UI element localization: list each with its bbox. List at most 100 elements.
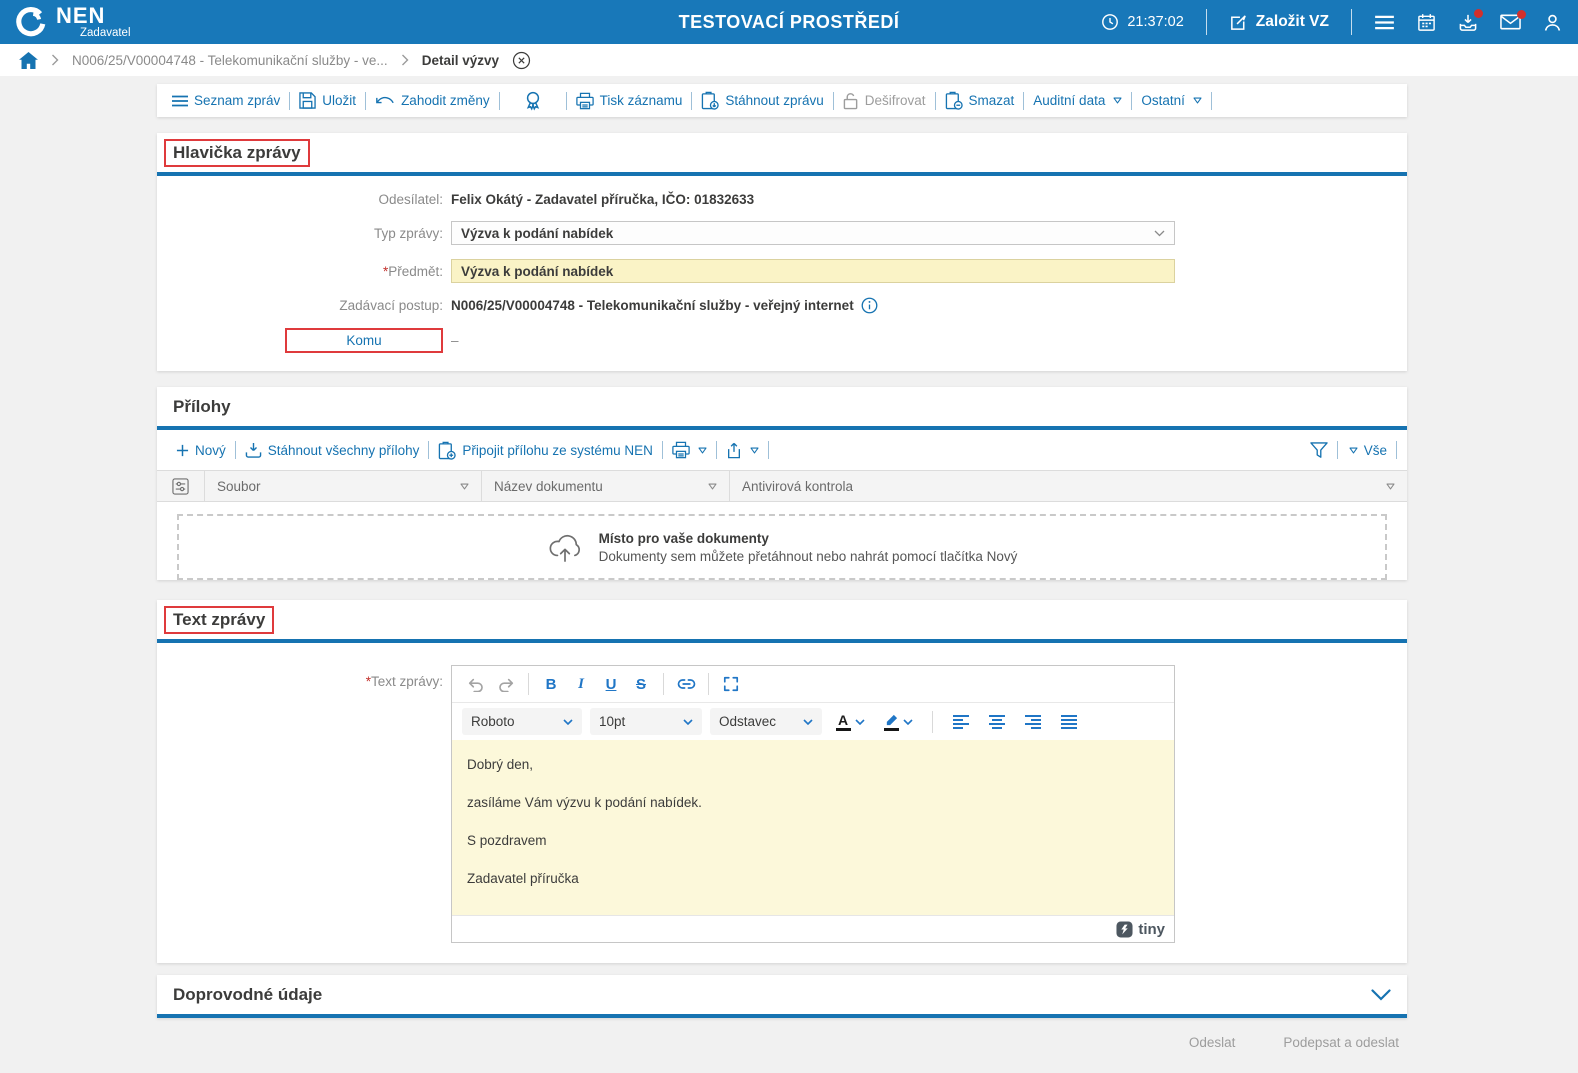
message-paragraph: Zadavatel příručka: [467, 871, 579, 886]
document-attach-icon: [438, 441, 457, 460]
breadcrumb-procedure[interactable]: N006/25/V00004748 - Telekomunikační služ…: [72, 53, 388, 68]
other-actions-button[interactable]: Ostatní: [1132, 93, 1211, 108]
font-family-select[interactable]: Roboto: [462, 708, 582, 735]
message-text-input[interactable]: Dobrý den, zasíláme Vám výzvu k podání n…: [452, 740, 1174, 915]
printer-icon: [672, 441, 690, 459]
align-right-button[interactable]: [1019, 709, 1047, 735]
align-center-button[interactable]: [983, 709, 1011, 735]
link-button[interactable]: [672, 671, 700, 697]
section-title-message-body: Text zprávy: [164, 606, 275, 634]
chevron-down-icon: [563, 718, 573, 725]
attachments-table-header: Soubor Název dokumentu Antivirová kontro…: [157, 470, 1407, 502]
new-attachment-button[interactable]: Nový: [167, 443, 235, 458]
close-tab-button[interactable]: [512, 51, 531, 70]
print-attachments-button[interactable]: [663, 441, 716, 459]
header-divider: [1205, 9, 1207, 35]
record-toolbar: Seznam zpráv Uložit Zahodit změny Tisk z…: [157, 84, 1407, 117]
chevron-right-icon: [51, 54, 59, 66]
calendar-icon: [1417, 13, 1436, 32]
send-button[interactable]: Odeslat: [1189, 1035, 1236, 1050]
text-color-icon: A: [835, 713, 851, 731]
tiny-logo-icon: [1116, 920, 1133, 938]
column-settings-button[interactable]: [157, 471, 205, 501]
fullscreen-button[interactable]: [717, 671, 745, 697]
caret-down-icon[interactable]: [1386, 483, 1395, 490]
export-attachments-button[interactable]: [717, 442, 768, 459]
dropzone-title: Místo pro vaše dokumenty: [598, 530, 769, 546]
recipient-button[interactable]: Komu: [285, 328, 443, 353]
calendar-button[interactable]: [1417, 13, 1436, 32]
download-message-button[interactable]: Stáhnout zprávu: [692, 91, 832, 110]
app-header: NEN Zadavatel TESTOVACÍ PROSTŘEDÍ 21:37:…: [0, 0, 1578, 44]
font-size-select[interactable]: 10pt: [590, 708, 702, 735]
bold-button[interactable]: B: [537, 671, 565, 697]
messages-button[interactable]: [1500, 10, 1526, 30]
message-list-button[interactable]: Seznam zpráv: [163, 93, 289, 108]
caret-down-icon: [698, 447, 707, 454]
align-justify-button[interactable]: [1055, 709, 1083, 735]
highlight-color-button[interactable]: [878, 709, 918, 735]
home-button[interactable]: [19, 51, 38, 69]
plus-icon: [176, 444, 189, 457]
info-icon[interactable]: [861, 297, 878, 314]
main-menu-button[interactable]: [1374, 15, 1395, 30]
filter-all-button[interactable]: Vše: [1338, 443, 1396, 458]
message-paragraph: Dobrý den,: [467, 757, 534, 772]
decrypt-button[interactable]: Dešifrovat: [834, 92, 935, 110]
save-icon: [299, 92, 317, 109]
header-divider: [1351, 9, 1352, 35]
delete-button[interactable]: Smazat: [936, 91, 1024, 110]
sender-value: Felix Okátý - Zadavatel příručka, IČO: 0…: [451, 192, 755, 207]
file-dropzone[interactable]: Místo pro vaše dokumenty Dokumenty sem m…: [177, 514, 1387, 580]
subject-label: *Předmět:: [382, 263, 443, 279]
recipient-value: –: [451, 333, 459, 348]
caret-down-icon: [1193, 97, 1202, 104]
app-subtitle: Zadavatel: [80, 26, 131, 39]
audit-data-button[interactable]: Auditní data: [1024, 93, 1131, 108]
discard-changes-button[interactable]: Zahodit změny: [366, 93, 499, 108]
filter-button[interactable]: [1301, 441, 1337, 459]
message-text-label: *Text zprávy:: [365, 674, 443, 689]
sign-and-send-button[interactable]: Podepsat a odeslat: [1283, 1035, 1399, 1050]
tiny-brand-label[interactable]: tiny: [1138, 921, 1165, 938]
signature-seal-button[interactable]: [500, 91, 566, 111]
caret-down-icon: [750, 447, 759, 454]
column-header-soubor[interactable]: Soubor: [205, 471, 482, 501]
list-icon: [172, 95, 188, 107]
document-download-icon: [701, 91, 720, 110]
download-all-attachments-button[interactable]: Stáhnout všechny přílohy: [236, 442, 429, 458]
align-left-button[interactable]: [947, 709, 975, 735]
print-record-button[interactable]: Tisk záznamu: [567, 92, 692, 110]
editor-statusbar: tiny: [452, 915, 1174, 942]
subject-input[interactable]: Výzva k podání nabídek: [451, 259, 1175, 283]
user-profile-button[interactable]: [1543, 13, 1562, 32]
underline-button[interactable]: U: [597, 671, 625, 697]
expand-section-button[interactable]: [1371, 989, 1391, 1001]
undo-button[interactable]: [462, 671, 490, 697]
inbox-downloads-button[interactable]: [1458, 8, 1483, 32]
message-paragraph: zasíláme Vám výzvu k podání nabídek.: [467, 795, 702, 810]
app-logo[interactable]: NEN Zadavatel: [14, 4, 131, 40]
block-format-select[interactable]: Odstavec: [710, 708, 822, 735]
create-vz-button[interactable]: Založit VZ: [1229, 13, 1329, 32]
download-icon: [245, 442, 262, 458]
additional-data-section: Doprovodné údaje: [157, 975, 1407, 1018]
attach-from-nen-button[interactable]: Připojit přílohu ze systému NEN: [429, 441, 662, 460]
dropzone-hint: Dokumenty sem můžete přetáhnout nebo nah…: [598, 548, 1018, 564]
strikethrough-button[interactable]: S: [627, 671, 655, 697]
italic-button[interactable]: I: [567, 671, 595, 697]
message-type-select[interactable]: Výzva k podání nabídek: [451, 221, 1175, 245]
message-body-section: Text zprávy *Text zprávy: B I U S Roboto…: [157, 600, 1407, 963]
caret-down-icon[interactable]: [708, 483, 717, 490]
column-header-antivirova-kontrola[interactable]: Antivirová kontrola: [730, 471, 1407, 501]
cloud-upload-icon: [547, 532, 583, 562]
save-button[interactable]: Uložit: [290, 92, 365, 109]
redo-button[interactable]: [492, 671, 520, 697]
edit-icon: [1229, 13, 1248, 32]
text-color-button[interactable]: A: [830, 709, 870, 735]
column-header-nazev-dokumentu[interactable]: Název dokumentu: [482, 471, 730, 501]
attachments-section: Přílohy Nový Stáhnout všechny přílohy Př…: [157, 387, 1407, 580]
highlighter-icon: [883, 713, 899, 731]
column-settings-icon: [172, 477, 189, 495]
caret-down-icon[interactable]: [460, 483, 469, 490]
